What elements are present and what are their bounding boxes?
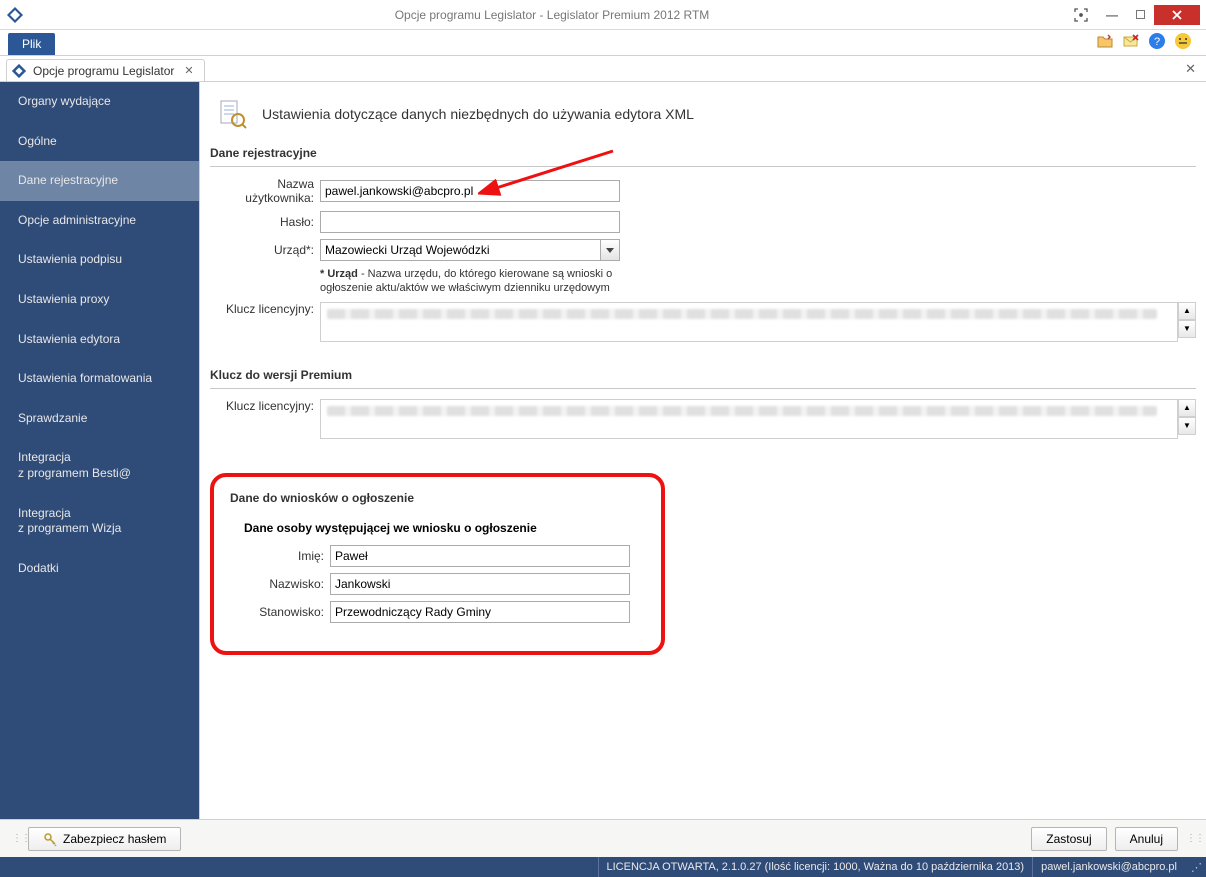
office-dropdown-button[interactable] (600, 239, 620, 261)
premium-scroll-up[interactable]: ▲ (1178, 399, 1196, 417)
license-scroll-down[interactable]: ▼ (1178, 320, 1196, 338)
page-header-icon (216, 98, 248, 130)
label-last-name: Nazwisko: (230, 577, 330, 591)
sidebar-item-1[interactable]: Ogólne (0, 122, 199, 162)
status-license: LICENCJA OTWARTA, 2.1.0.27 (Ilość licenc… (598, 857, 1033, 877)
tab-close-icon[interactable]: ✕ (184, 64, 193, 77)
page-header: Ustawienia dotyczące danych niezbędnych … (210, 92, 1196, 140)
sidebar-item-11[interactable]: Dodatki (0, 549, 199, 589)
fullscreen-target-icon[interactable] (1072, 6, 1090, 24)
section-registration-title: Dane rejestracyjne (210, 140, 1196, 167)
status-resize-grip-icon[interactable]: ⋰ (1185, 861, 1206, 874)
open-folder-icon[interactable] (1096, 32, 1114, 50)
svg-text:?: ? (1154, 36, 1160, 48)
sidebar-item-0[interactable]: Organy wydające (0, 82, 199, 122)
tab-strip: Opcje programu Legislator ✕ ✕ (0, 56, 1206, 82)
label-license-key: Klucz licencyjny: (210, 302, 320, 316)
tab-options[interactable]: Opcje programu Legislator ✕ (6, 59, 205, 81)
premium-scroll-down[interactable]: ▼ (1178, 417, 1196, 435)
secure-password-button[interactable]: Zabezpiecz hasłem (28, 827, 181, 851)
sidebar-item-8[interactable]: Sprawdzanie (0, 399, 199, 439)
help-icon[interactable]: ? (1148, 32, 1166, 50)
cancel-button[interactable]: Anuluj (1115, 827, 1178, 851)
feedback-smiley-icon[interactable] (1174, 32, 1192, 50)
minimize-button[interactable]: — (1098, 5, 1126, 25)
footer-grip-icon: ⋮⋮ (12, 833, 20, 844)
last-name-input[interactable] (330, 573, 630, 595)
sidebar-item-4[interactable]: Ustawienia podpisu (0, 240, 199, 280)
password-input[interactable] (320, 211, 620, 233)
office-input[interactable] (320, 239, 600, 261)
license-scroll-up[interactable]: ▲ (1178, 302, 1196, 320)
close-button[interactable] (1154, 5, 1200, 25)
status-user: pawel.jankowski@abcpro.pl (1032, 857, 1185, 877)
label-office: Urząd*: (210, 243, 320, 257)
sidebar: Organy wydająceOgólneDane rejestracyjneO… (0, 82, 199, 819)
app-icon (6, 6, 24, 24)
options-tab-icon (11, 63, 27, 79)
page-title: Ustawienia dotyczące danych niezbędnych … (262, 106, 694, 122)
label-first-name: Imię: (230, 549, 330, 563)
label-premium-license: Klucz licencyjny: (210, 399, 320, 413)
tab-label: Opcje programu Legislator (33, 64, 174, 78)
footer-grip-icon-right: ⋮⋮ (1186, 833, 1194, 844)
sidebar-item-7[interactable]: Ustawienia formatowania (0, 359, 199, 399)
sidebar-item-10[interactable]: Integracjaz programem Wizja (0, 494, 199, 549)
apply-button[interactable]: Zastosuj (1031, 827, 1106, 851)
window-title: Opcje programu Legislator - Legislator P… (32, 8, 1072, 22)
first-name-input[interactable] (330, 545, 630, 567)
key-icon (43, 832, 57, 846)
request-data-highlight: Dane do wniosków o ogłoszenie Dane osoby… (210, 473, 665, 655)
footer-bar: ⋮⋮ Zabezpiecz hasłem Zastosuj Anuluj ⋮⋮ (0, 819, 1206, 857)
tabstrip-close-icon[interactable]: ✕ (1185, 61, 1206, 77)
section-premium-title: Klucz do wersji Premium (210, 362, 1196, 389)
sidebar-item-6[interactable]: Ustawienia edytora (0, 320, 199, 360)
premium-license-field[interactable] (320, 399, 1178, 439)
content-area: Ustawienia dotyczące danych niezbędnych … (199, 82, 1206, 819)
sidebar-item-3[interactable]: Opcje administracyjne (0, 201, 199, 241)
label-position: Stanowisko: (230, 605, 330, 619)
ribbon: Plik ? (0, 30, 1206, 56)
office-combo[interactable] (320, 239, 620, 261)
license-key-field[interactable] (320, 302, 1178, 342)
label-username: Nazwa użytkownika: (210, 177, 320, 205)
username-input[interactable] (320, 180, 620, 202)
file-menu-button[interactable]: Plik (8, 33, 55, 55)
position-input[interactable] (330, 601, 630, 623)
maximize-button[interactable] (1126, 5, 1154, 25)
sidebar-item-2[interactable]: Dane rejestracyjne (0, 161, 199, 201)
person-subheading: Dane osoby występującej we wniosku o ogł… (244, 521, 645, 535)
title-bar: Opcje programu Legislator - Legislator P… (0, 0, 1206, 30)
section-request-title: Dane do wniosków o ogłoszenie (230, 491, 645, 511)
label-password: Hasło: (210, 215, 320, 229)
sidebar-item-9[interactable]: Integracjaz programem Besti@ (0, 438, 199, 493)
status-bar: LICENCJA OTWARTA, 2.1.0.27 (Ilość licenc… (0, 857, 1206, 877)
office-hint: * Urząd - Nazwa urzędu, do którego kiero… (320, 267, 630, 296)
sidebar-item-5[interactable]: Ustawienia proxy (0, 280, 199, 320)
delete-mail-icon[interactable] (1122, 32, 1140, 50)
